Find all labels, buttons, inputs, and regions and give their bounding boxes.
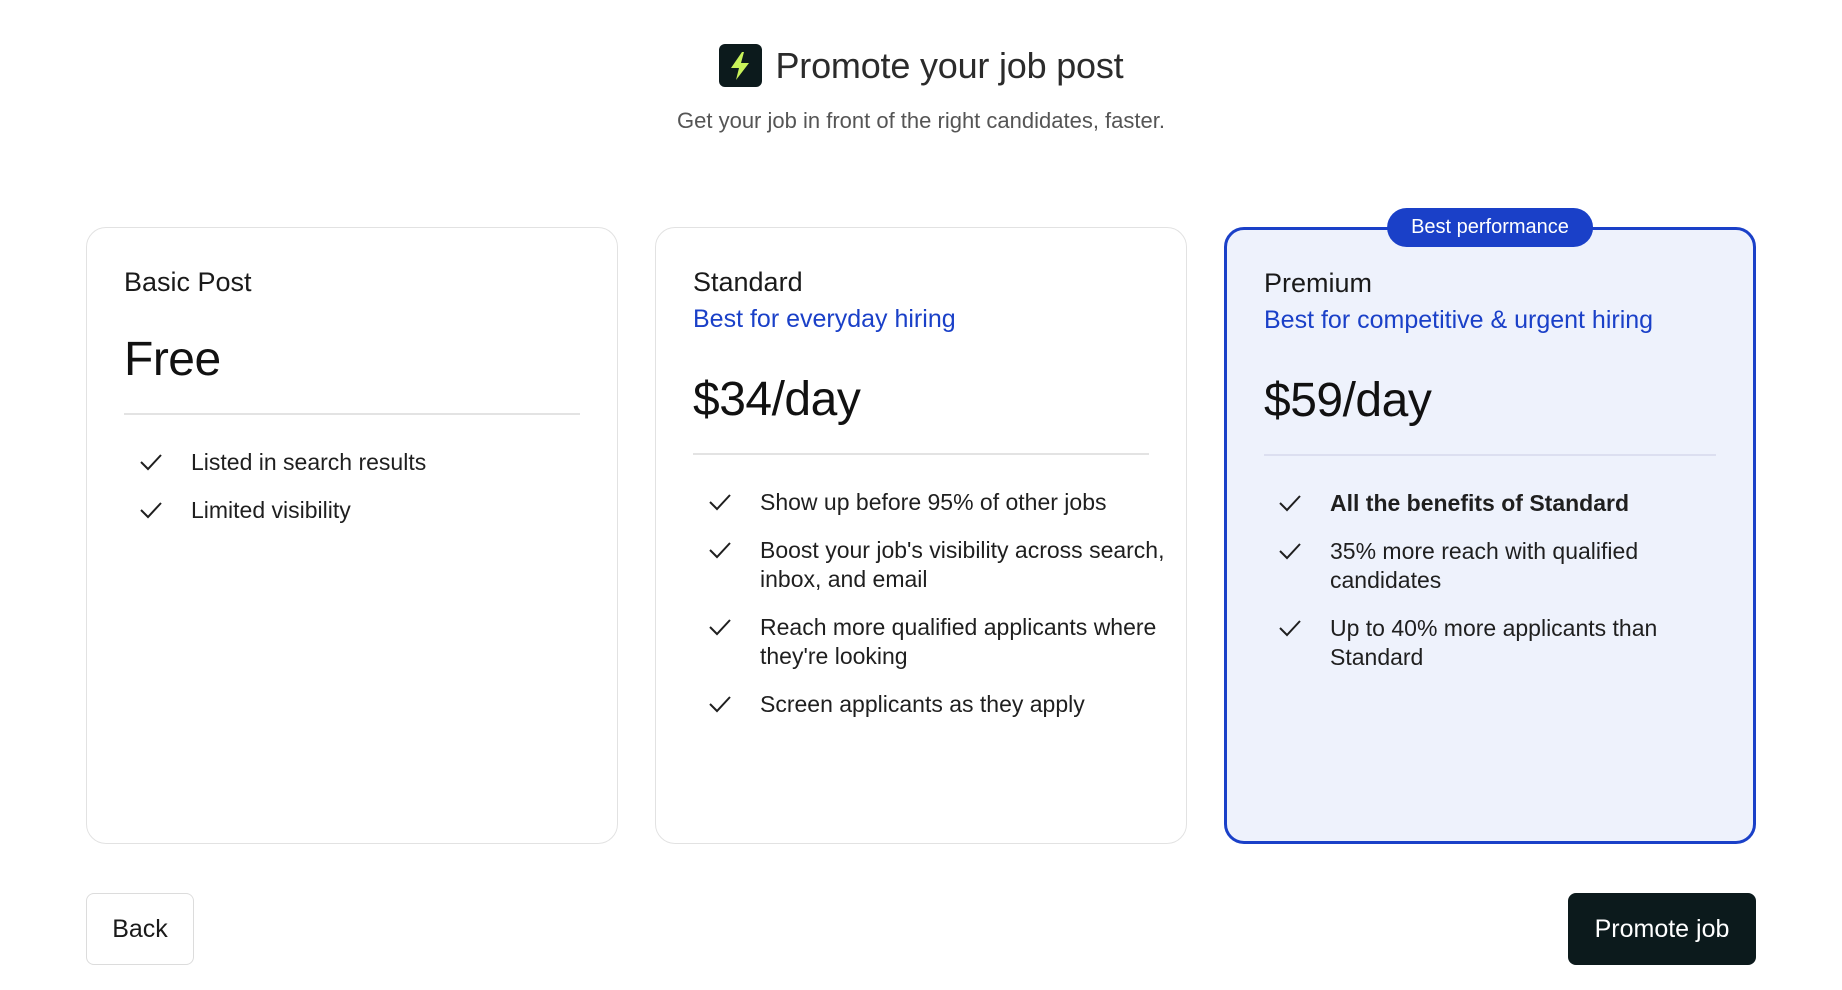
page-title: Promote your job post	[775, 44, 1124, 86]
feature-item: Show up before 95% of other jobs	[706, 488, 1166, 517]
feature-item: Reach more qualified applicants where th…	[706, 613, 1166, 671]
plan-name: Premium	[1264, 268, 1373, 298]
feature-list: Listed in search results Limited visibil…	[137, 448, 597, 544]
plan-price: Free	[124, 333, 221, 386]
page-header: Promote your job post	[0, 44, 1842, 87]
feature-text: Listed in search results	[191, 449, 427, 475]
page-subtitle: Get your job in front of the right candi…	[677, 108, 1165, 133]
plan-name: Standard	[693, 267, 803, 297]
plan-price: $59/day	[1264, 374, 1432, 427]
back-button[interactable]: Back	[86, 893, 194, 965]
plan-card-premium[interactable]: Best performance Premium Best for compet…	[1224, 208, 1756, 844]
feature-text: Reach more qualified applicants where th…	[760, 614, 1157, 669]
feature-item: Boost your job's visibility across searc…	[706, 536, 1166, 594]
feature-text: Boost your job's visibility across searc…	[760, 537, 1165, 592]
promote-job-button[interactable]: Promote job	[1568, 893, 1756, 965]
promote-job-page: Promote your job post Get your job in fr…	[0, 0, 1842, 990]
divider	[1264, 454, 1716, 456]
feature-text: Show up before 95% of other jobs	[760, 489, 1107, 515]
feature-list: Show up before 95% of other jobs Boost y…	[706, 488, 1166, 738]
feature-text: Up to 40% more applicants than Standard	[1330, 615, 1658, 670]
feature-item: All the benefits of Standard	[1276, 489, 1733, 518]
check-icon	[709, 494, 731, 511]
feature-text: 35% more reach with qualified candidates	[1330, 538, 1639, 593]
feature-item: Up to 40% more applicants than Standard	[1276, 614, 1733, 672]
best-performance-badge: Best performance	[1387, 208, 1593, 247]
feature-text: Limited visibility	[191, 497, 351, 523]
plan-card-basic[interactable]: Basic Post Free Listed in search results…	[86, 227, 618, 844]
plan-price: $34/day	[693, 373, 861, 426]
check-icon	[709, 696, 731, 713]
lightning-bolt-icon	[718, 44, 762, 87]
check-icon	[1279, 620, 1301, 637]
feature-text: Screen applicants as they apply	[760, 691, 1085, 717]
check-icon	[1279, 543, 1301, 560]
check-icon	[1279, 495, 1301, 512]
check-icon	[140, 454, 162, 471]
plan-card-standard[interactable]: Standard Best for everyday hiring $34/da…	[655, 227, 1187, 844]
feature-list: All the benefits of Standard 35% more re…	[1276, 489, 1733, 691]
feature-text: All the benefits of Standard	[1330, 490, 1630, 516]
plan-tagline: Best for competitive & urgent hiring	[1264, 306, 1654, 334]
feature-item: Screen applicants as they apply	[706, 690, 1166, 719]
divider	[693, 453, 1149, 455]
feature-item: Listed in search results	[137, 448, 597, 477]
check-icon	[709, 619, 731, 636]
divider	[124, 413, 580, 415]
feature-item: 35% more reach with qualified candidates	[1276, 537, 1733, 595]
check-icon	[709, 542, 731, 559]
plan-name: Basic Post	[124, 267, 252, 297]
plan-tagline: Best for everyday hiring	[693, 305, 956, 333]
check-icon	[140, 502, 162, 519]
feature-item: Limited visibility	[137, 496, 597, 525]
